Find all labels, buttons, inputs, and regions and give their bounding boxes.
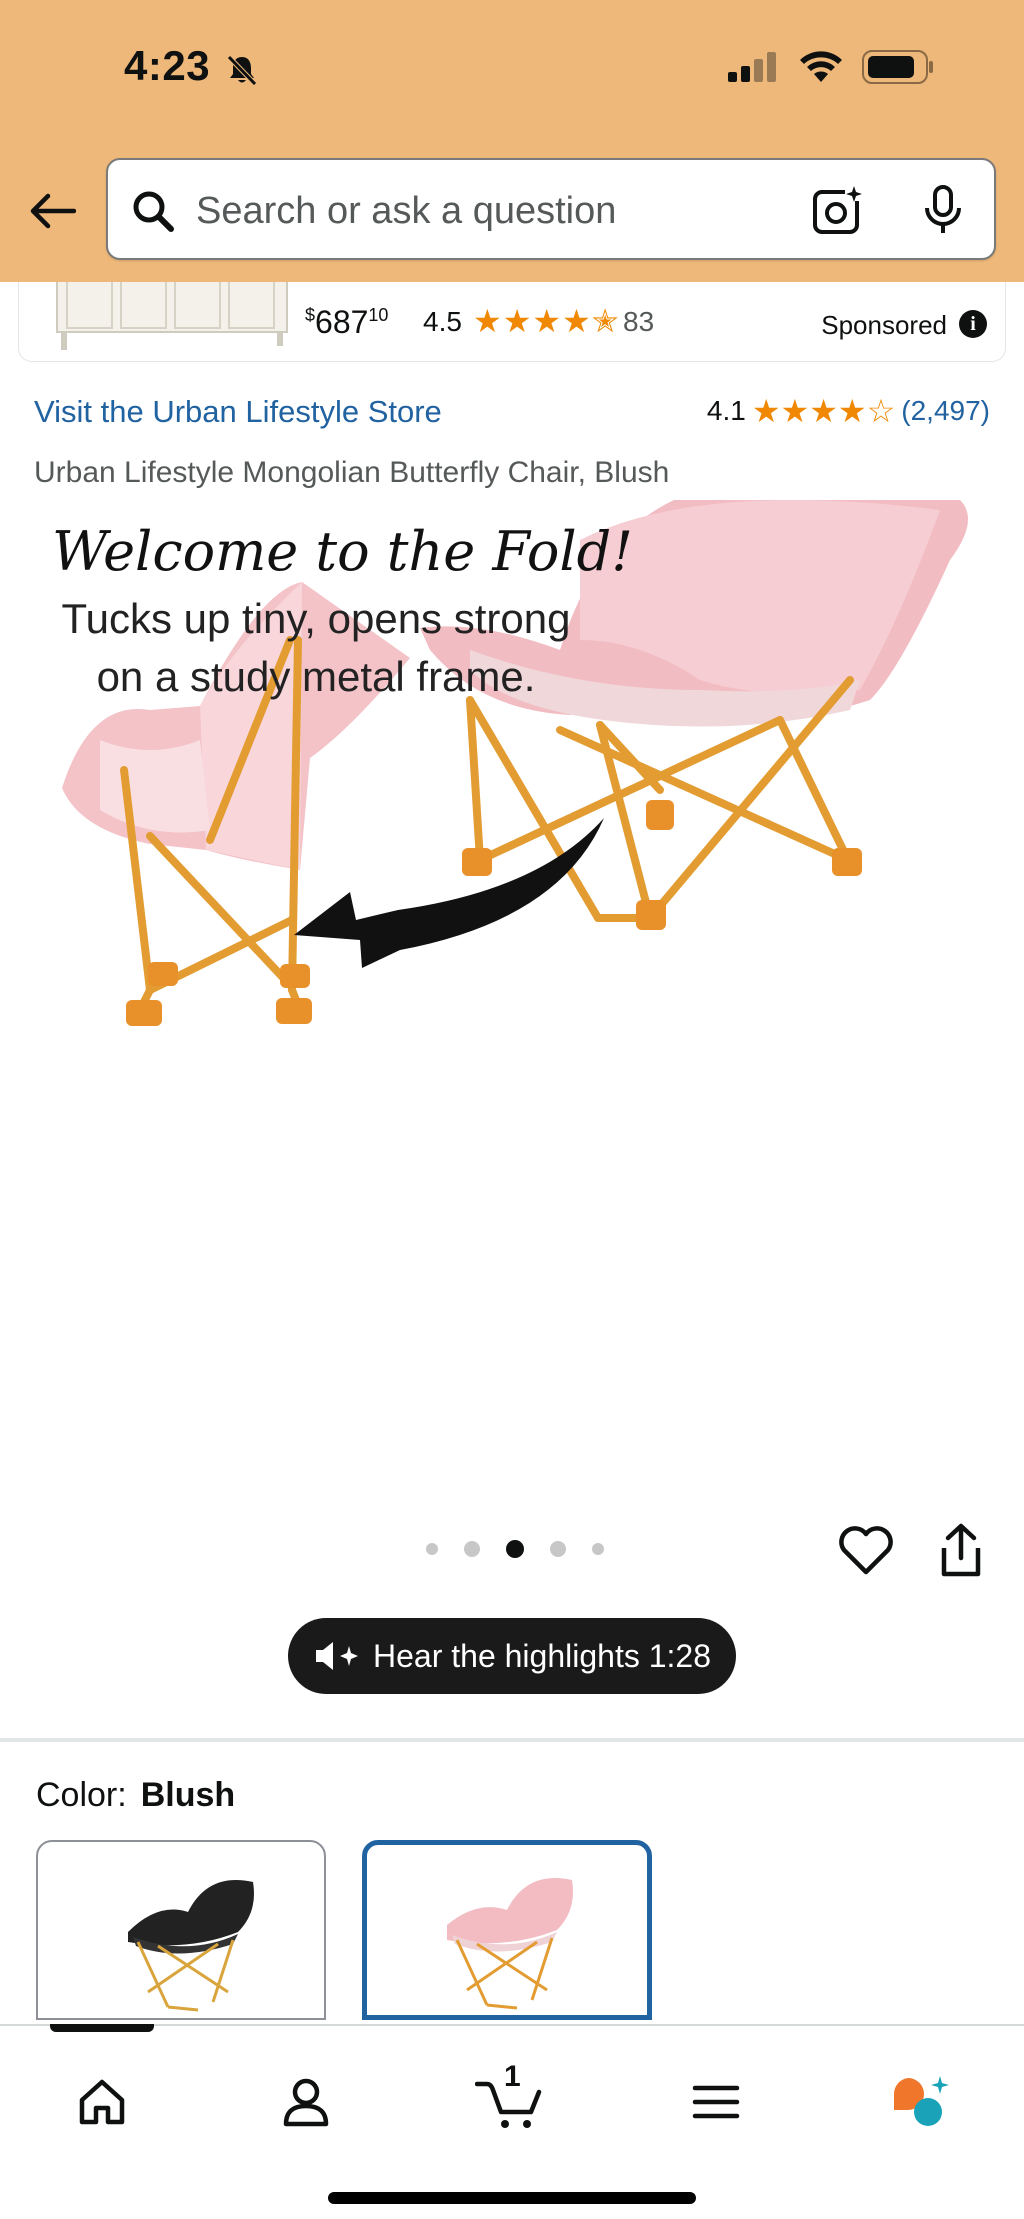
carousel-dot[interactable]	[550, 1541, 566, 1557]
rating-stars: ★★★★☆	[751, 393, 896, 429]
share-icon	[941, 1523, 981, 1577]
carousel-dot-active[interactable]	[506, 1540, 524, 1558]
color-selector-label: Color: Blush	[36, 1776, 236, 1814]
black-chair-thumbnail	[128, 1880, 254, 2012]
user-icon	[283, 2078, 329, 2127]
arrow-left-icon	[30, 193, 76, 229]
sponsored-stars: ★★★★✭	[473, 303, 620, 339]
battery-icon	[862, 50, 933, 84]
nav-home[interactable]	[62, 2066, 142, 2138]
carousel-dot[interactable]	[464, 1541, 480, 1557]
home-icon	[79, 2079, 125, 2125]
product-rating[interactable]: 4.1 ★★★★☆ (2,497)	[707, 392, 990, 430]
search-input[interactable]: Search or ask a question	[196, 190, 616, 233]
sponsored-price: $68710	[305, 304, 389, 340]
camera-lens-icon[interactable]	[812, 184, 864, 236]
sponsored-label: Sponsored	[821, 310, 947, 340]
bottom-navigation: 1	[0, 2024, 1024, 2219]
home-indicator-bar	[328, 2192, 696, 2204]
cart-count: 1	[504, 2060, 521, 2093]
back-button[interactable]	[28, 186, 78, 236]
section-divider	[0, 1738, 1024, 1742]
rating-value: 4.1	[706, 395, 746, 426]
app-header: 4:23 Search or ask a question	[0, 0, 1024, 282]
blush-chair-thumbnail	[447, 1878, 573, 2010]
sponsored-review-count: 83	[623, 306, 655, 337]
rufus-assistant-icon	[893, 2076, 949, 2126]
cellular-signal-icon	[728, 52, 776, 82]
carousel-dot[interactable]	[592, 1543, 604, 1555]
active-tab-indicator	[50, 2024, 154, 2032]
sponsored-product-card[interactable]: $68710 4.5 ★★★★✭ 83 Sponsored i	[18, 270, 1006, 362]
nav-menu[interactable]	[676, 2066, 756, 2138]
image-subtext: Tucks up tiny, opens strong on a study m…	[61, 595, 571, 700]
search-bar[interactable]: Search or ask a question	[106, 158, 996, 260]
share-button[interactable]	[936, 1522, 986, 1583]
wifi-icon	[800, 51, 842, 82]
visit-store-link[interactable]: Visit the Urban Lifestyle Store	[34, 394, 442, 430]
hamburger-menu-icon	[692, 2085, 740, 2119]
nav-account[interactable]	[266, 2066, 346, 2138]
add-to-list-button[interactable]	[838, 1524, 894, 1581]
bell-off-icon	[227, 55, 257, 86]
product-image[interactable]: Welcome to the Fold! Tucks up tiny, open…	[0, 500, 1024, 1460]
swatch-blush[interactable]	[362, 1840, 652, 2020]
carousel-dot[interactable]	[426, 1543, 438, 1555]
hear-highlights-button[interactable]: Hear the highlights 1:28	[288, 1618, 736, 1694]
sponsored-rating: 4.5	[423, 306, 462, 337]
nav-rufus[interactable]	[880, 2066, 960, 2138]
image-headline: Welcome to the Fold!	[52, 520, 633, 583]
swatch-black[interactable]	[36, 1840, 326, 2020]
heart-icon	[839, 1526, 893, 1575]
status-indicators	[728, 50, 934, 84]
info-icon[interactable]: i	[959, 310, 987, 338]
review-count: (2,497)	[901, 395, 990, 426]
carousel-dots[interactable]	[426, 1540, 604, 1558]
hear-highlights-label: Hear the highlights 1:28	[373, 1637, 711, 1674]
status-time: 4:23	[124, 42, 211, 89]
product-title: Urban Lifestyle Mongolian Butterfly Chai…	[34, 456, 670, 489]
search-icon	[133, 191, 174, 232]
cabinet-thumbnail	[56, 270, 288, 350]
speaker-sparkle-icon	[316, 1642, 358, 1670]
selected-color: Blush	[140, 1776, 236, 1814]
nav-cart[interactable]: 1	[470, 2060, 550, 2138]
microphone-icon[interactable]	[920, 184, 966, 236]
